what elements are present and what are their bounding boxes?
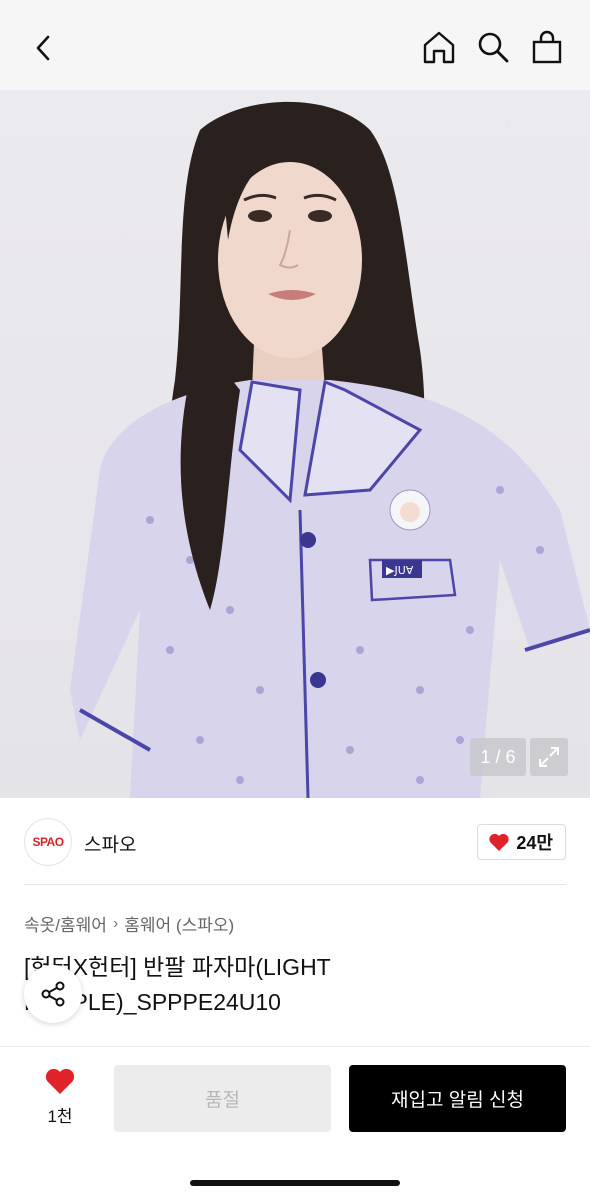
home-icon[interactable] xyxy=(422,28,456,66)
brand-like-count: 24만 xyxy=(516,833,553,853)
product-photo: ▶JU∀ xyxy=(70,101,590,798)
soldout-button[interactable]: 품절 xyxy=(114,1065,331,1132)
product-image-gallery[interactable]: ▶JU∀ xyxy=(0,90,590,798)
bottom-action-bar: 1천 품절 재입고 알림 신청 xyxy=(0,1046,590,1200)
top-nav-bar xyxy=(0,0,590,90)
restock-alert-button[interactable]: 재입고 알림 신청 xyxy=(349,1065,566,1132)
breadcrumb: 속옷/홈웨어 › 홈웨어 (스파오) xyxy=(24,911,234,936)
breadcrumb-item-subcategory[interactable]: 홈웨어 (스파오) xyxy=(124,911,234,936)
heart-icon xyxy=(489,833,510,851)
breadcrumb-item-category[interactable]: 속옷/홈웨어 xyxy=(24,911,107,936)
brand-name[interactable]: 스파오 xyxy=(84,830,136,857)
product-title: [헌터X헌터] 반팔 파자마(LIGHT PURPLE)_SPPPE24U10 xyxy=(24,954,331,1015)
search-icon[interactable] xyxy=(476,28,510,66)
brand-row[interactable]: SPAO 스파오 24만 xyxy=(24,818,566,866)
brand-logo-text: SPAO xyxy=(32,835,64,849)
pocket-tag-text: ▶JU∀ xyxy=(386,564,414,577)
chevron-right-icon: › xyxy=(112,914,119,932)
share-button[interactable] xyxy=(24,965,82,1023)
share-icon xyxy=(41,981,65,1007)
image-counter: 1 / 6 xyxy=(470,738,526,776)
wishlist-count: 1천 xyxy=(47,1107,73,1126)
home-indicator xyxy=(190,1180,400,1186)
expand-icon[interactable] xyxy=(530,738,568,776)
heart-icon xyxy=(45,1068,75,1094)
wishlist-button[interactable]: 1천 xyxy=(30,1067,90,1127)
brand-logo[interactable]: SPAO xyxy=(24,818,72,866)
chevron-left-icon[interactable] xyxy=(26,30,62,66)
brand-like-button[interactable]: 24만 xyxy=(477,824,566,860)
divider xyxy=(24,884,566,885)
shopping-bag-icon[interactable] xyxy=(530,28,564,66)
